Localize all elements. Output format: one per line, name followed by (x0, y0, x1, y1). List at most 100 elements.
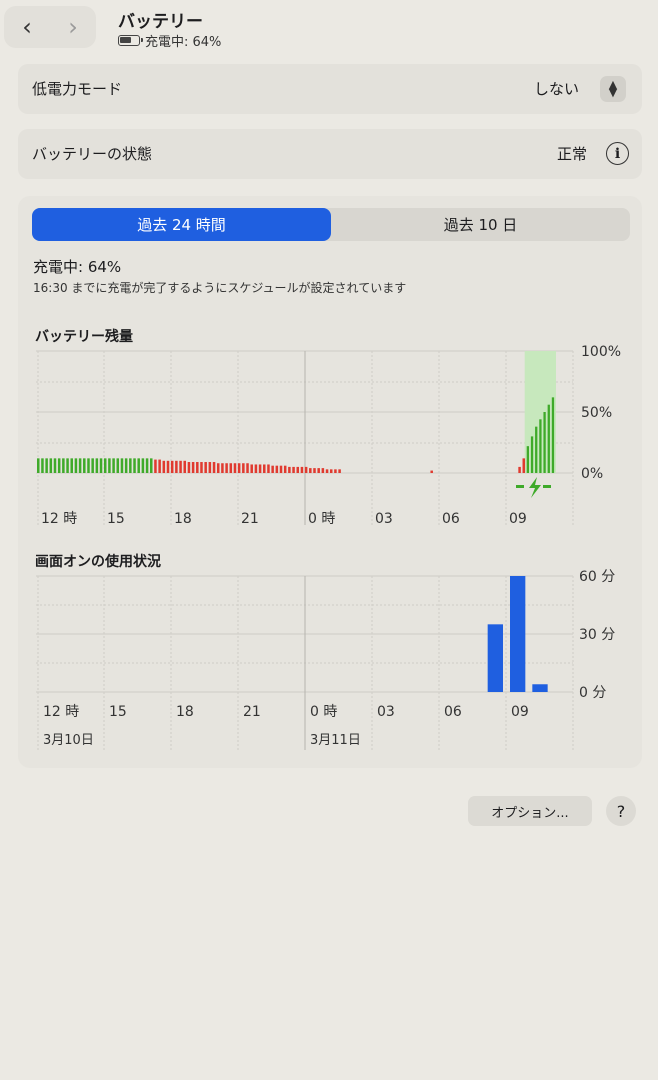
battery-bar (70, 458, 73, 473)
battery-bar (321, 468, 325, 473)
low-power-mode-label: 低電力モード (32, 80, 123, 98)
chevron-up-down-icon: ▲ ▼ (608, 78, 618, 99)
x-tick-label: 12 時 (43, 704, 79, 720)
x-tick-label: 12 時 (41, 511, 77, 527)
page-title: バッテリー (118, 12, 203, 32)
info-button[interactable]: i (606, 142, 629, 165)
period-segmented-control: 過去 24 時間 過去 10 日 (32, 208, 630, 241)
battery-bar (292, 466, 295, 473)
battery-bar (539, 419, 542, 473)
options-button[interactable]: オプション... (468, 796, 592, 826)
y-tick-label: 50% (581, 405, 612, 421)
low-power-mode-popup-button[interactable]: ▲ ▼ (600, 76, 626, 102)
tab-last-24-hours[interactable]: 過去 24 時間 (32, 208, 331, 241)
chevron-left-icon: ‹ (22, 13, 32, 41)
battery-bar (300, 466, 304, 473)
usage-bar (487, 624, 503, 692)
y-tick-label: 100% (581, 344, 621, 360)
toolbar: ‹ › バッテリー 充電中: 64% (0, 0, 658, 60)
battery-bar (250, 464, 253, 473)
battery-bar (225, 463, 228, 473)
battery-bar (246, 463, 249, 473)
battery-bar (66, 458, 69, 473)
x-tick-label: 06 (444, 704, 462, 720)
battery-bar (543, 412, 546, 473)
info-icon: i (614, 145, 621, 162)
battery-bar (275, 465, 279, 473)
battery-bar (120, 458, 124, 473)
charging-indicator-icon (516, 477, 551, 498)
battery-bar (551, 397, 555, 473)
battery-bar (263, 464, 266, 473)
low-power-mode-value: しない (534, 80, 580, 98)
date-label: 3月10日 (43, 733, 94, 748)
x-tick-label: 0 時 (310, 704, 337, 720)
battery-health-label: バッテリーの状態 (32, 145, 153, 163)
battery-bar (83, 458, 86, 473)
x-tick-label: 21 (243, 704, 261, 720)
battery-bar (191, 462, 195, 473)
battery-bar (57, 458, 61, 473)
battery-bar (267, 464, 270, 473)
battery-bar (162, 460, 166, 473)
battery-bar (53, 458, 57, 473)
tab-last-10-days[interactable]: 過去 10 日 (331, 208, 630, 241)
battery-bar (535, 426, 538, 473)
battery-bar (288, 466, 291, 473)
battery-icon (118, 35, 143, 46)
back-button[interactable]: ‹ (4, 6, 50, 48)
usage-bar (510, 576, 526, 692)
date-label: 3月11日 (310, 733, 361, 748)
battery-bar (254, 464, 258, 473)
battery-bar (279, 465, 283, 473)
low-power-mode-row: 低電力モード しない ▲ ▼ (18, 64, 642, 114)
x-tick-label: 03 (375, 511, 393, 527)
battery-bar (137, 458, 140, 473)
battery-bar (518, 466, 521, 473)
battery-bar (530, 436, 534, 473)
battery-bar (179, 460, 182, 473)
y-tick-label: 30 分 (579, 627, 615, 643)
battery-bar (95, 458, 99, 473)
x-tick-label: 18 (176, 704, 194, 720)
help-button[interactable]: ? (606, 796, 636, 826)
battery-bar (37, 458, 40, 473)
battery-bar (87, 458, 90, 473)
battery-health-row: バッテリーの状態 正常 i (18, 129, 642, 179)
battery-bar (313, 468, 316, 473)
battery-bar (124, 458, 128, 473)
x-tick-label: 06 (442, 511, 460, 527)
battery-bar (334, 469, 337, 473)
battery-bar (45, 458, 48, 473)
x-tick-label: 09 (509, 511, 527, 527)
battery-bar (196, 462, 199, 473)
battery-bar (271, 465, 274, 473)
battery-bar (216, 463, 220, 473)
x-tick-label: 09 (511, 704, 529, 720)
y-tick-label: 0% (581, 466, 603, 482)
battery-bar (233, 463, 237, 473)
subtitle-text: 充電中: 64% (145, 35, 222, 50)
battery-level-chart: 100% 50% 0% 12 時 15 18 21 0 時 03 06 09 (36, 344, 621, 527)
battery-bar (309, 468, 312, 473)
chevron-right-icon: › (68, 13, 78, 41)
battery-bar (304, 466, 308, 473)
battery-bar (204, 462, 207, 473)
battery-bar (175, 460, 178, 473)
y-tick-label: 0 分 (579, 685, 606, 701)
x-tick-label: 21 (241, 511, 259, 527)
battery-bar (187, 462, 191, 473)
battery-bar (283, 465, 287, 473)
battery-bar (108, 458, 111, 473)
battery-bar (78, 458, 82, 473)
battery-bar (522, 458, 526, 473)
charge-schedule-text: 16:30 までに充電が完了するようにスケジュールが設定されています (33, 281, 407, 295)
battery-bar (141, 458, 145, 473)
battery-bar (329, 469, 333, 473)
x-tick-label: 0 時 (308, 511, 335, 527)
battery-bar (133, 458, 136, 473)
battery-bar (325, 469, 329, 473)
forward-button[interactable]: › (50, 6, 96, 48)
navigation-group: ‹ › (4, 6, 96, 48)
x-tick-label: 15 (107, 511, 125, 527)
